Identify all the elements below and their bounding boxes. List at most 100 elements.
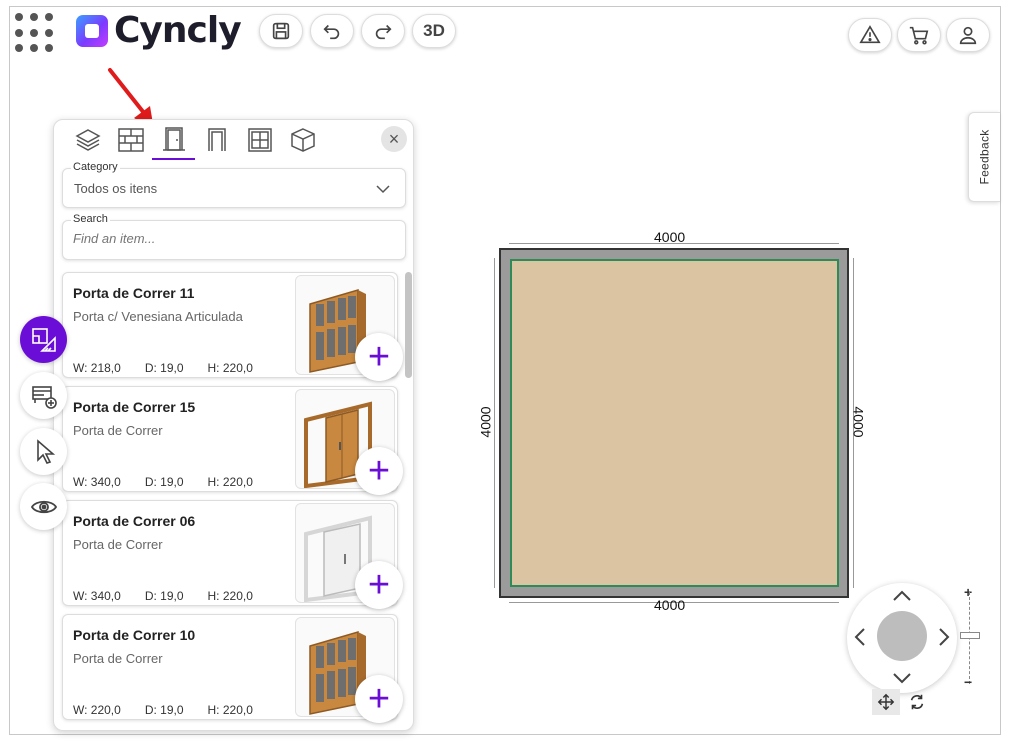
- item-title: Porta de Correr 15: [73, 399, 196, 415]
- floorplan-tool-button[interactable]: [20, 316, 67, 363]
- catalog-tabs: [54, 120, 413, 160]
- item-width: W: 218,0: [73, 361, 121, 375]
- room-floor[interactable]: [510, 259, 839, 587]
- add-item-button[interactable]: +: [355, 675, 403, 723]
- left-dimension-line: [494, 258, 495, 588]
- item-width: W: 220,0: [73, 703, 121, 717]
- item-width: W: 340,0: [73, 475, 121, 489]
- list-item[interactable]: Porta de Correr 10 Porta de Correr W: 22…: [62, 614, 403, 723]
- item-dimensions: W: 220,0 D: 19,0 H: 220,0: [73, 703, 277, 717]
- chevron-down-icon[interactable]: [892, 671, 912, 685]
- item-dimensions: W: 340,0 D: 19,0 H: 220,0: [73, 475, 277, 489]
- feedback-label: Feedback: [977, 129, 992, 185]
- undo-button[interactable]: [310, 14, 354, 48]
- warning-triangle-icon: [859, 25, 881, 44]
- category-label: Category: [71, 161, 120, 173]
- item-depth: D: 19,0: [144, 703, 184, 717]
- redo-button[interactable]: [361, 14, 405, 48]
- tab-objects[interactable]: [281, 120, 324, 160]
- item-depth: D: 19,0: [144, 361, 184, 375]
- move-icon: [877, 693, 895, 711]
- cart-icon: [909, 26, 929, 45]
- apps-grid-icon[interactable]: [15, 13, 55, 53]
- rotate-button[interactable]: [903, 689, 931, 715]
- list-item[interactable]: Porta de Correr 06 Porta de Correr W: 34…: [62, 500, 403, 609]
- item-title: Porta de Correr 10: [73, 627, 196, 643]
- left-dimension: 4000: [477, 406, 494, 438]
- window-icon: [247, 128, 272, 152]
- item-subtitle: Porta de Correr: [73, 651, 163, 666]
- item-width: W: 340,0: [73, 589, 121, 603]
- undo-icon: [323, 24, 340, 40]
- item-subtitle: Porta c/ Venesiana Articulada: [73, 309, 243, 324]
- select-tool-button[interactable]: [20, 428, 67, 475]
- tab-windows[interactable]: [238, 120, 281, 160]
- add-item-button[interactable]: +: [355, 447, 403, 495]
- cart-button[interactable]: [897, 18, 941, 52]
- feedback-tab[interactable]: Feedback: [968, 112, 1000, 202]
- category-value: Todos os itens: [74, 181, 158, 196]
- item-height: H: 220,0: [207, 703, 253, 717]
- chevron-down-icon: [376, 185, 390, 194]
- tab-doors[interactable]: [152, 120, 195, 160]
- redo-icon: [375, 24, 392, 40]
- add-item-button[interactable]: +: [355, 561, 403, 609]
- move-button[interactable]: [872, 689, 900, 715]
- item-title: Porta de Correr 11: [73, 285, 195, 301]
- floorplan-icon: [31, 327, 56, 352]
- view-3d-button[interactable]: 3D: [412, 14, 456, 48]
- brand-logo: Cyncly: [76, 10, 242, 51]
- item-height: H: 220,0: [207, 361, 253, 375]
- cube-icon: [290, 128, 315, 152]
- bottom-dimension: 4000: [654, 597, 686, 613]
- category-select[interactable]: Category Todos os itens: [62, 161, 406, 208]
- navigation-control: [847, 583, 957, 693]
- warning-button[interactable]: [848, 18, 892, 52]
- tab-openings[interactable]: [195, 120, 238, 160]
- zoom-slider-handle[interactable]: [960, 632, 980, 639]
- item-title: Porta de Correr 06: [73, 513, 196, 529]
- item-height: H: 220,0: [207, 589, 253, 603]
- brand-name: Cyncly: [114, 10, 242, 51]
- pointer-icon: [36, 438, 55, 464]
- item-dimensions: W: 340,0 D: 19,0 H: 220,0: [73, 589, 277, 603]
- item-depth: D: 19,0: [144, 589, 184, 603]
- list-scrollbar[interactable]: [405, 272, 412, 378]
- list-item[interactable]: Porta de Correr 15 Porta de Correr W: 34…: [62, 386, 403, 495]
- layers-icon: [74, 129, 101, 151]
- right-dimension: 4000: [850, 406, 867, 438]
- item-subtitle: Porta de Correr: [73, 537, 163, 552]
- zoom-out-button[interactable]: −: [964, 674, 972, 690]
- nav-center-button[interactable]: [877, 611, 927, 661]
- visibility-button[interactable]: [20, 483, 67, 530]
- chevron-right-icon[interactable]: [937, 627, 951, 647]
- chevron-left-icon[interactable]: [853, 627, 867, 647]
- user-button[interactable]: [946, 18, 990, 52]
- save-button[interactable]: [259, 14, 303, 48]
- list-item[interactable]: Porta de Correr 11 Porta c/ Venesiana Ar…: [62, 272, 403, 381]
- brick-wall-icon: [117, 128, 144, 152]
- logo-mark-icon: [76, 14, 108, 47]
- tab-walls[interactable]: [109, 120, 152, 160]
- add-furniture-icon: [31, 385, 57, 409]
- search-field: Search: [62, 213, 406, 260]
- item-depth: D: 19,0: [144, 475, 184, 489]
- opening-icon: [207, 128, 226, 151]
- search-label: Search: [71, 213, 110, 225]
- user-icon: [959, 26, 977, 45]
- search-input[interactable]: [73, 231, 393, 246]
- catalog-panel: × Category Todos os itens Search Porta d…: [53, 119, 414, 731]
- close-panel-button[interactable]: ×: [381, 126, 407, 152]
- item-subtitle: Porta de Correr: [73, 423, 163, 438]
- floppy-disk-icon: [272, 22, 290, 40]
- add-item-button[interactable]: +: [355, 333, 403, 381]
- tab-layers[interactable]: [66, 120, 109, 160]
- add-furniture-button[interactable]: [20, 372, 67, 419]
- rotate-icon: [910, 694, 924, 710]
- top-dimension: 4000: [654, 229, 686, 245]
- item-height: H: 220,0: [207, 475, 253, 489]
- door-icon: [162, 127, 185, 151]
- item-dimensions: W: 218,0 D: 19,0 H: 220,0: [73, 361, 277, 375]
- eye-icon: [30, 500, 57, 513]
- chevron-up-icon[interactable]: [892, 589, 912, 603]
